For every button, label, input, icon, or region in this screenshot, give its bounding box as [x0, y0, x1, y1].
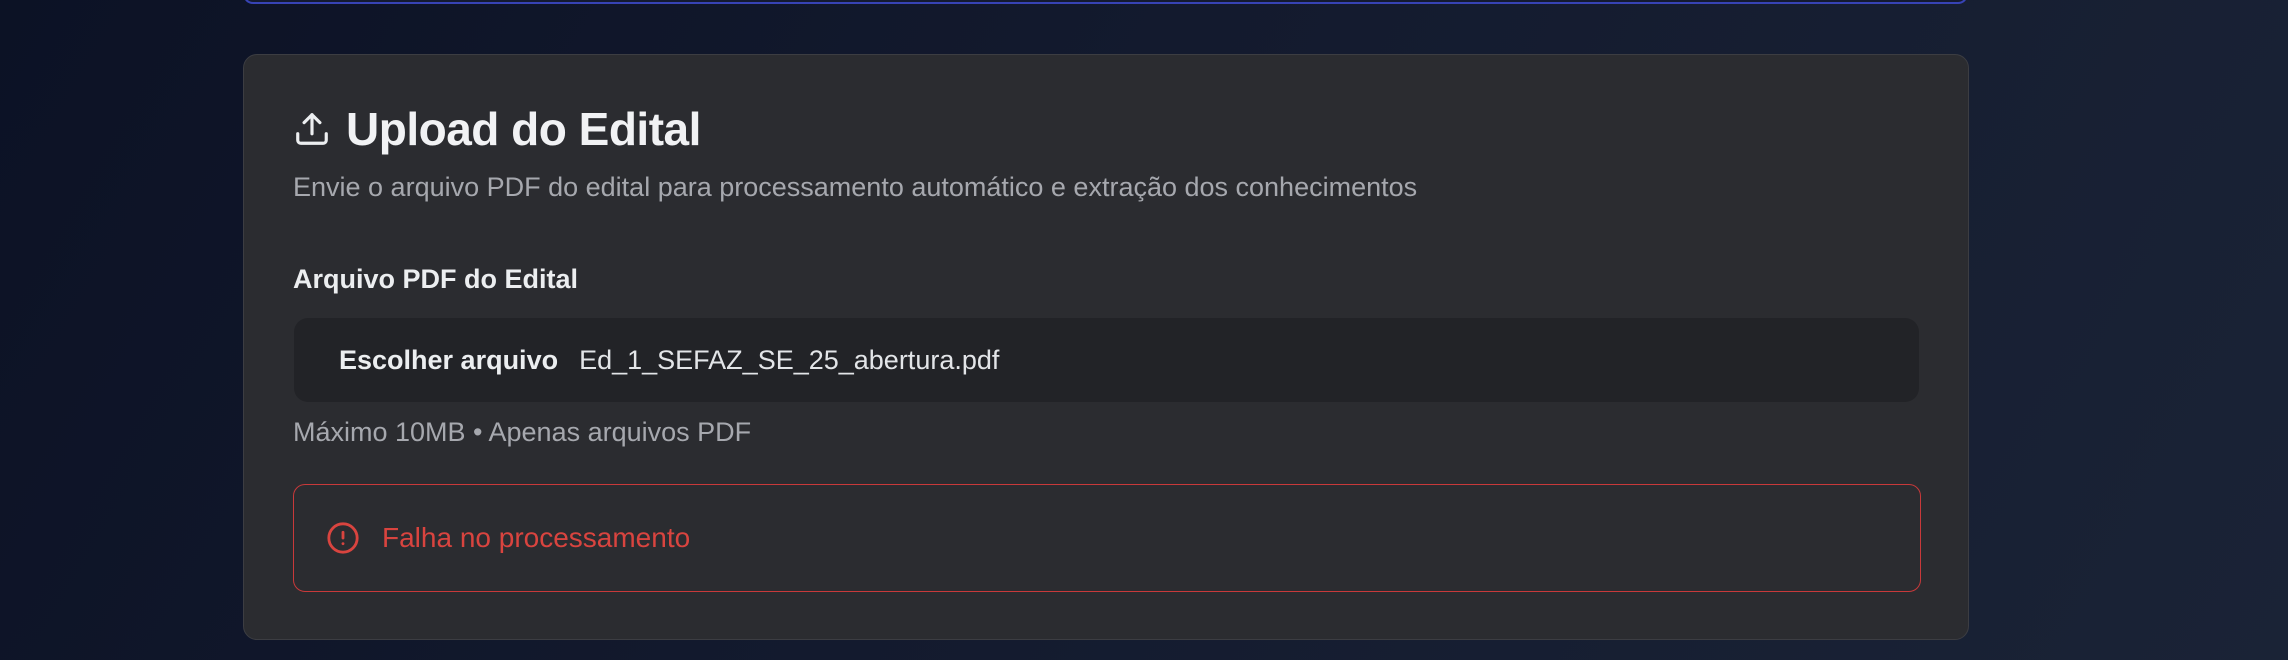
- choose-file-button[interactable]: Escolher arquivo: [339, 345, 558, 376]
- previous-card-edge: [243, 0, 1968, 4]
- error-alert: Falha no processamento: [293, 484, 1921, 592]
- card-subtitle: Envie o arquivo PDF do edital para proce…: [293, 172, 1418, 202]
- file-field-label: Arquivo PDF do Edital: [293, 264, 579, 294]
- selected-file-name: Ed_1_SEFAZ_SE_25_abertura.pdf: [579, 344, 1000, 375]
- upload-icon: [293, 110, 331, 148]
- alert-circle-icon: [326, 521, 360, 555]
- file-helper-text: Máximo 10MB • Apenas arquivos PDF: [293, 417, 752, 447]
- card-header: Upload do Edital: [293, 101, 701, 157]
- upload-card: Upload do Edital Envie o arquivo PDF do …: [243, 54, 1969, 640]
- pdf-file-input[interactable]: Escolher arquivo Ed_1_SEFAZ_SE_25_abertu…: [294, 318, 1919, 402]
- card-title: Upload do Edital: [346, 103, 701, 155]
- error-message: Falha no processamento: [382, 522, 691, 553]
